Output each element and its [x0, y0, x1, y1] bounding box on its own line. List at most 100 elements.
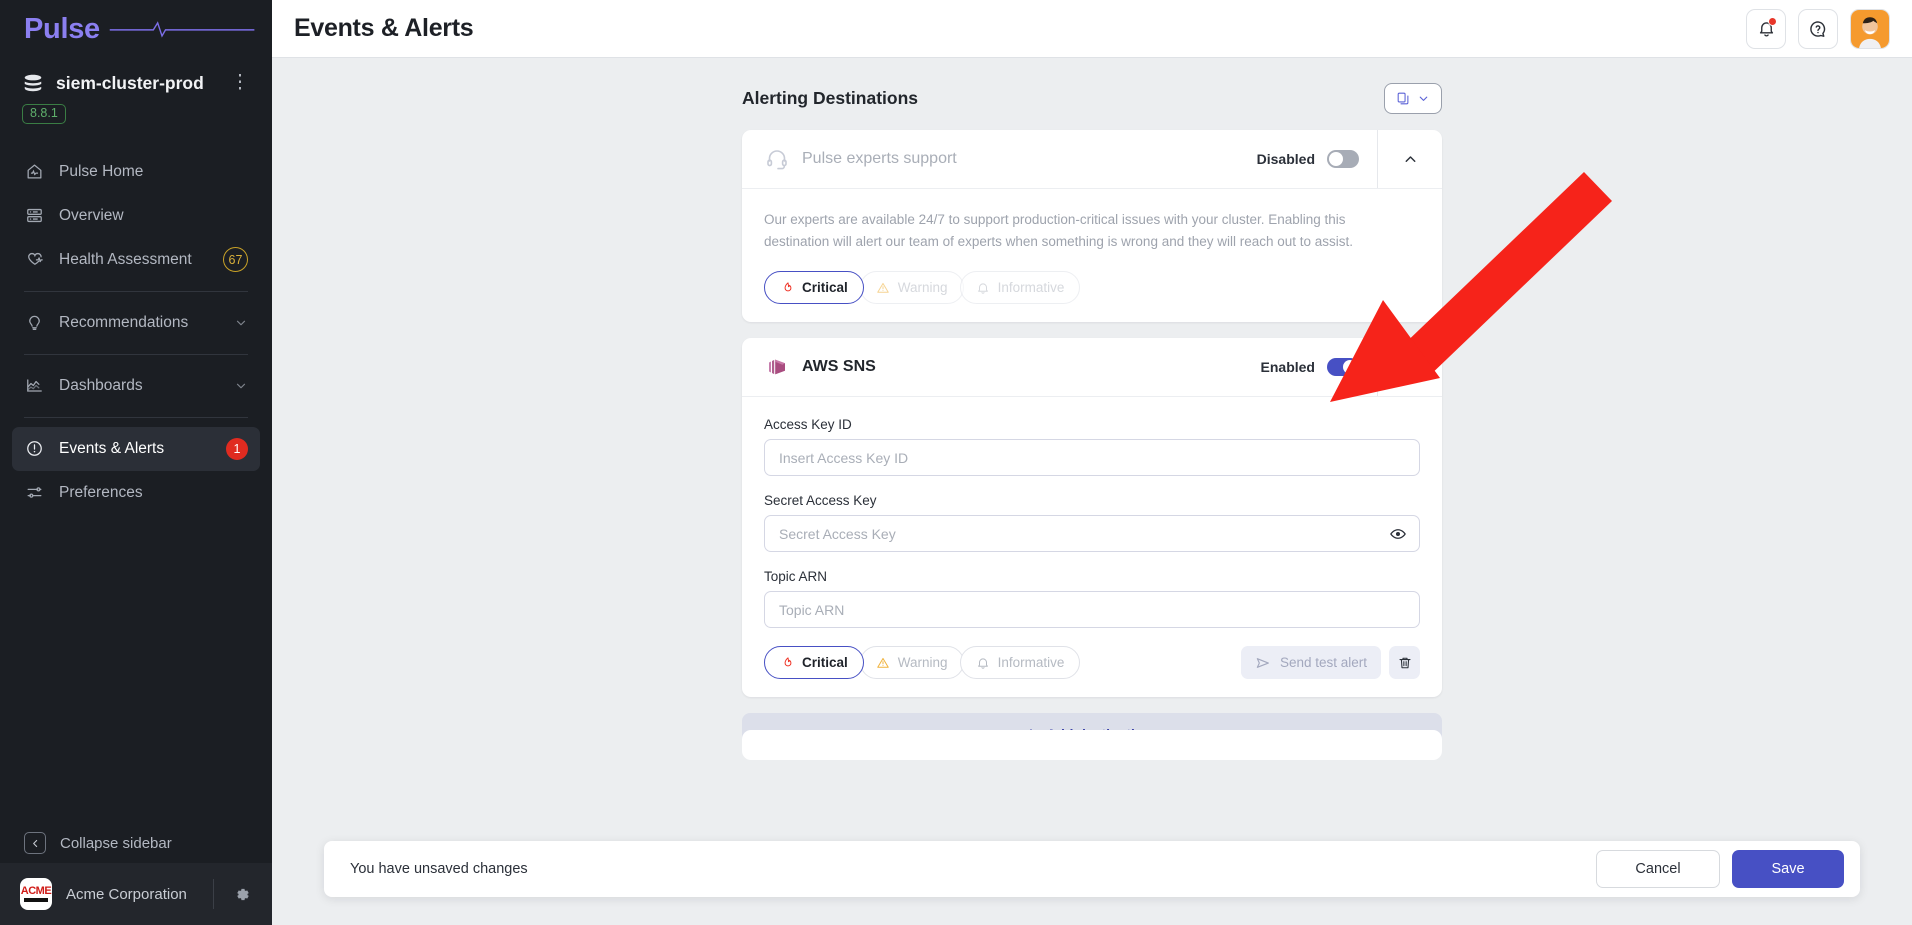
topic-arn-input[interactable]: [764, 591, 1420, 628]
severity-chip-group: Critical: [764, 646, 1076, 679]
toggle-state-label: Disabled: [1257, 151, 1315, 167]
card-title: AWS SNS: [802, 358, 1261, 376]
send-test-alert-button[interactable]: Send test alert: [1241, 646, 1381, 679]
severity-chip-warning[interactable]: Warning: [860, 271, 964, 304]
brand-name: Pulse: [24, 13, 100, 46]
sidebar-item-label: Dashboards: [59, 377, 220, 395]
enable-toggle[interactable]: [1327, 150, 1359, 168]
severity-chip-critical[interactable]: Critical: [764, 271, 864, 304]
collapse-sidebar-button[interactable]: Collapse sidebar: [0, 823, 272, 863]
home-pulse-icon: [24, 161, 45, 182]
content-scroll: Alerting Destinations: [272, 58, 1912, 925]
chevron-down-icon[interactable]: [234, 379, 248, 393]
warning-triangle-icon: [876, 655, 891, 670]
sidebar-divider: [24, 417, 248, 418]
sidebar-item-label: Preferences: [59, 484, 248, 502]
send-icon: [1255, 655, 1271, 671]
sidebar-item-events-alerts[interactable]: Events & Alerts 1: [12, 427, 260, 471]
notifications-button[interactable]: [1746, 9, 1786, 49]
sidebar-item-pulse-home[interactable]: Pulse Home: [12, 150, 260, 194]
sidebar-item-label: Events & Alerts: [59, 440, 212, 458]
card-body: Our experts are available 24/7 to suppor…: [742, 188, 1442, 322]
severity-chip-label: Warning: [898, 655, 948, 670]
send-test-alert-label: Send test alert: [1280, 655, 1367, 670]
gear-icon[interactable]: [228, 881, 254, 907]
save-button[interactable]: Save: [1732, 850, 1844, 888]
sliders-icon: [24, 482, 45, 503]
help-circle-icon: [1808, 19, 1828, 39]
aws-sns-glyph: [765, 355, 789, 379]
warning-triangle-icon: [876, 280, 891, 295]
kebab-menu-icon[interactable]: ⋮: [230, 78, 250, 88]
toggle-knob: [1343, 360, 1357, 374]
trash-icon: [1397, 655, 1413, 671]
sidebar-divider: [24, 354, 248, 355]
flame-icon: [780, 655, 795, 670]
brand[interactable]: Pulse: [0, 0, 272, 58]
toggle-group: Disabled: [1257, 150, 1377, 168]
lightbulb-icon: [24, 312, 45, 333]
card-header[interactable]: Pulse experts support Disabled: [742, 130, 1442, 188]
enable-toggle[interactable]: [1327, 358, 1359, 376]
sidebar-item-label: Overview: [59, 207, 248, 225]
sidebar-item-label: Health Assessment: [59, 251, 209, 269]
cancel-button[interactable]: Cancel: [1596, 850, 1720, 888]
sidebar-item-overview[interactable]: Overview: [12, 194, 260, 238]
secret-access-key-input[interactable]: [764, 515, 1420, 552]
field-label: Access Key ID: [764, 417, 1420, 432]
severity-chip-label: Informative: [998, 280, 1065, 295]
chevron-down-icon[interactable]: [234, 316, 248, 330]
toggle-knob: [1329, 152, 1343, 166]
sidebar-item-health-assessment[interactable]: Health Assessment 67: [12, 238, 260, 282]
severity-chip-label: Informative: [998, 655, 1065, 670]
sidebar-item-label: Recommendations: [59, 314, 220, 332]
unsaved-changes-message: You have unsaved changes: [350, 861, 1596, 877]
chart-line-icon: [24, 375, 45, 396]
bell-icon: [976, 655, 991, 670]
severity-chip-informative[interactable]: Informative: [960, 271, 1081, 304]
chevron-up-icon: [1402, 151, 1419, 168]
severity-chip-critical[interactable]: Critical: [764, 646, 864, 679]
org-logo: ACME: [20, 878, 52, 910]
destination-card-pulse-experts: Pulse experts support Disabled Our exp: [742, 130, 1442, 322]
sidebar-item-dashboards[interactable]: Dashboards: [12, 364, 260, 408]
chevron-left-icon: [24, 832, 46, 854]
chevron-down-icon: [1417, 92, 1430, 105]
cluster-stack-icon: [22, 72, 44, 94]
org-logo-bar: [24, 898, 48, 902]
toggle-state-label: Enabled: [1261, 359, 1315, 375]
card-description: Our experts are available 24/7 to suppor…: [764, 209, 1384, 253]
headset-icon: [764, 147, 789, 172]
help-button[interactable]: [1798, 9, 1838, 49]
severity-chip-warning[interactable]: Warning: [860, 646, 964, 679]
card-collapse-button[interactable]: [1377, 130, 1442, 188]
sidebar: Pulse siem-cluster-prod ⋮ 8.8.1: [0, 0, 272, 925]
avatar[interactable]: [1850, 9, 1890, 49]
sidebar-item-preferences[interactable]: Preferences: [12, 471, 260, 515]
card-title: Pulse experts support: [802, 150, 1257, 168]
cluster-version-badge: 8.8.1: [22, 104, 66, 124]
org-bar[interactable]: ACME Acme Corporation: [0, 863, 272, 925]
copy-icon: [1396, 91, 1411, 106]
unsaved-changes-bar: You have unsaved changes Cancel Save: [324, 841, 1860, 897]
access-key-id-input[interactable]: [764, 439, 1420, 476]
delete-destination-button[interactable]: [1389, 646, 1420, 679]
org-logo-text: ACME: [21, 886, 51, 897]
next-card-peek: [742, 730, 1442, 760]
sidebar-item-recommendations[interactable]: Recommendations: [12, 301, 260, 345]
cluster-name: siem-cluster-prod: [56, 73, 218, 94]
card-collapse-button[interactable]: [1377, 338, 1442, 396]
eye-icon[interactable]: [1388, 524, 1408, 544]
card-header[interactable]: AWS SNS Enabled: [742, 338, 1442, 396]
duplicate-destination-button[interactable]: [1384, 83, 1442, 114]
section-header: Alerting Destinations: [742, 80, 1442, 116]
severity-chip-label: Warning: [898, 280, 948, 295]
flame-icon: [780, 280, 795, 295]
toggle-group: Enabled: [1261, 358, 1377, 376]
severity-chip-informative[interactable]: Informative: [960, 646, 1081, 679]
main-area: Events & Alerts: [272, 0, 1912, 925]
field-secret-access-key: Secret Access Key: [764, 493, 1420, 552]
page-title: Events & Alerts: [294, 14, 1746, 43]
card-body: Access Key ID Secret Access Key: [742, 396, 1442, 697]
destination-card-aws-sns: AWS SNS Enabled Acces: [742, 338, 1442, 697]
